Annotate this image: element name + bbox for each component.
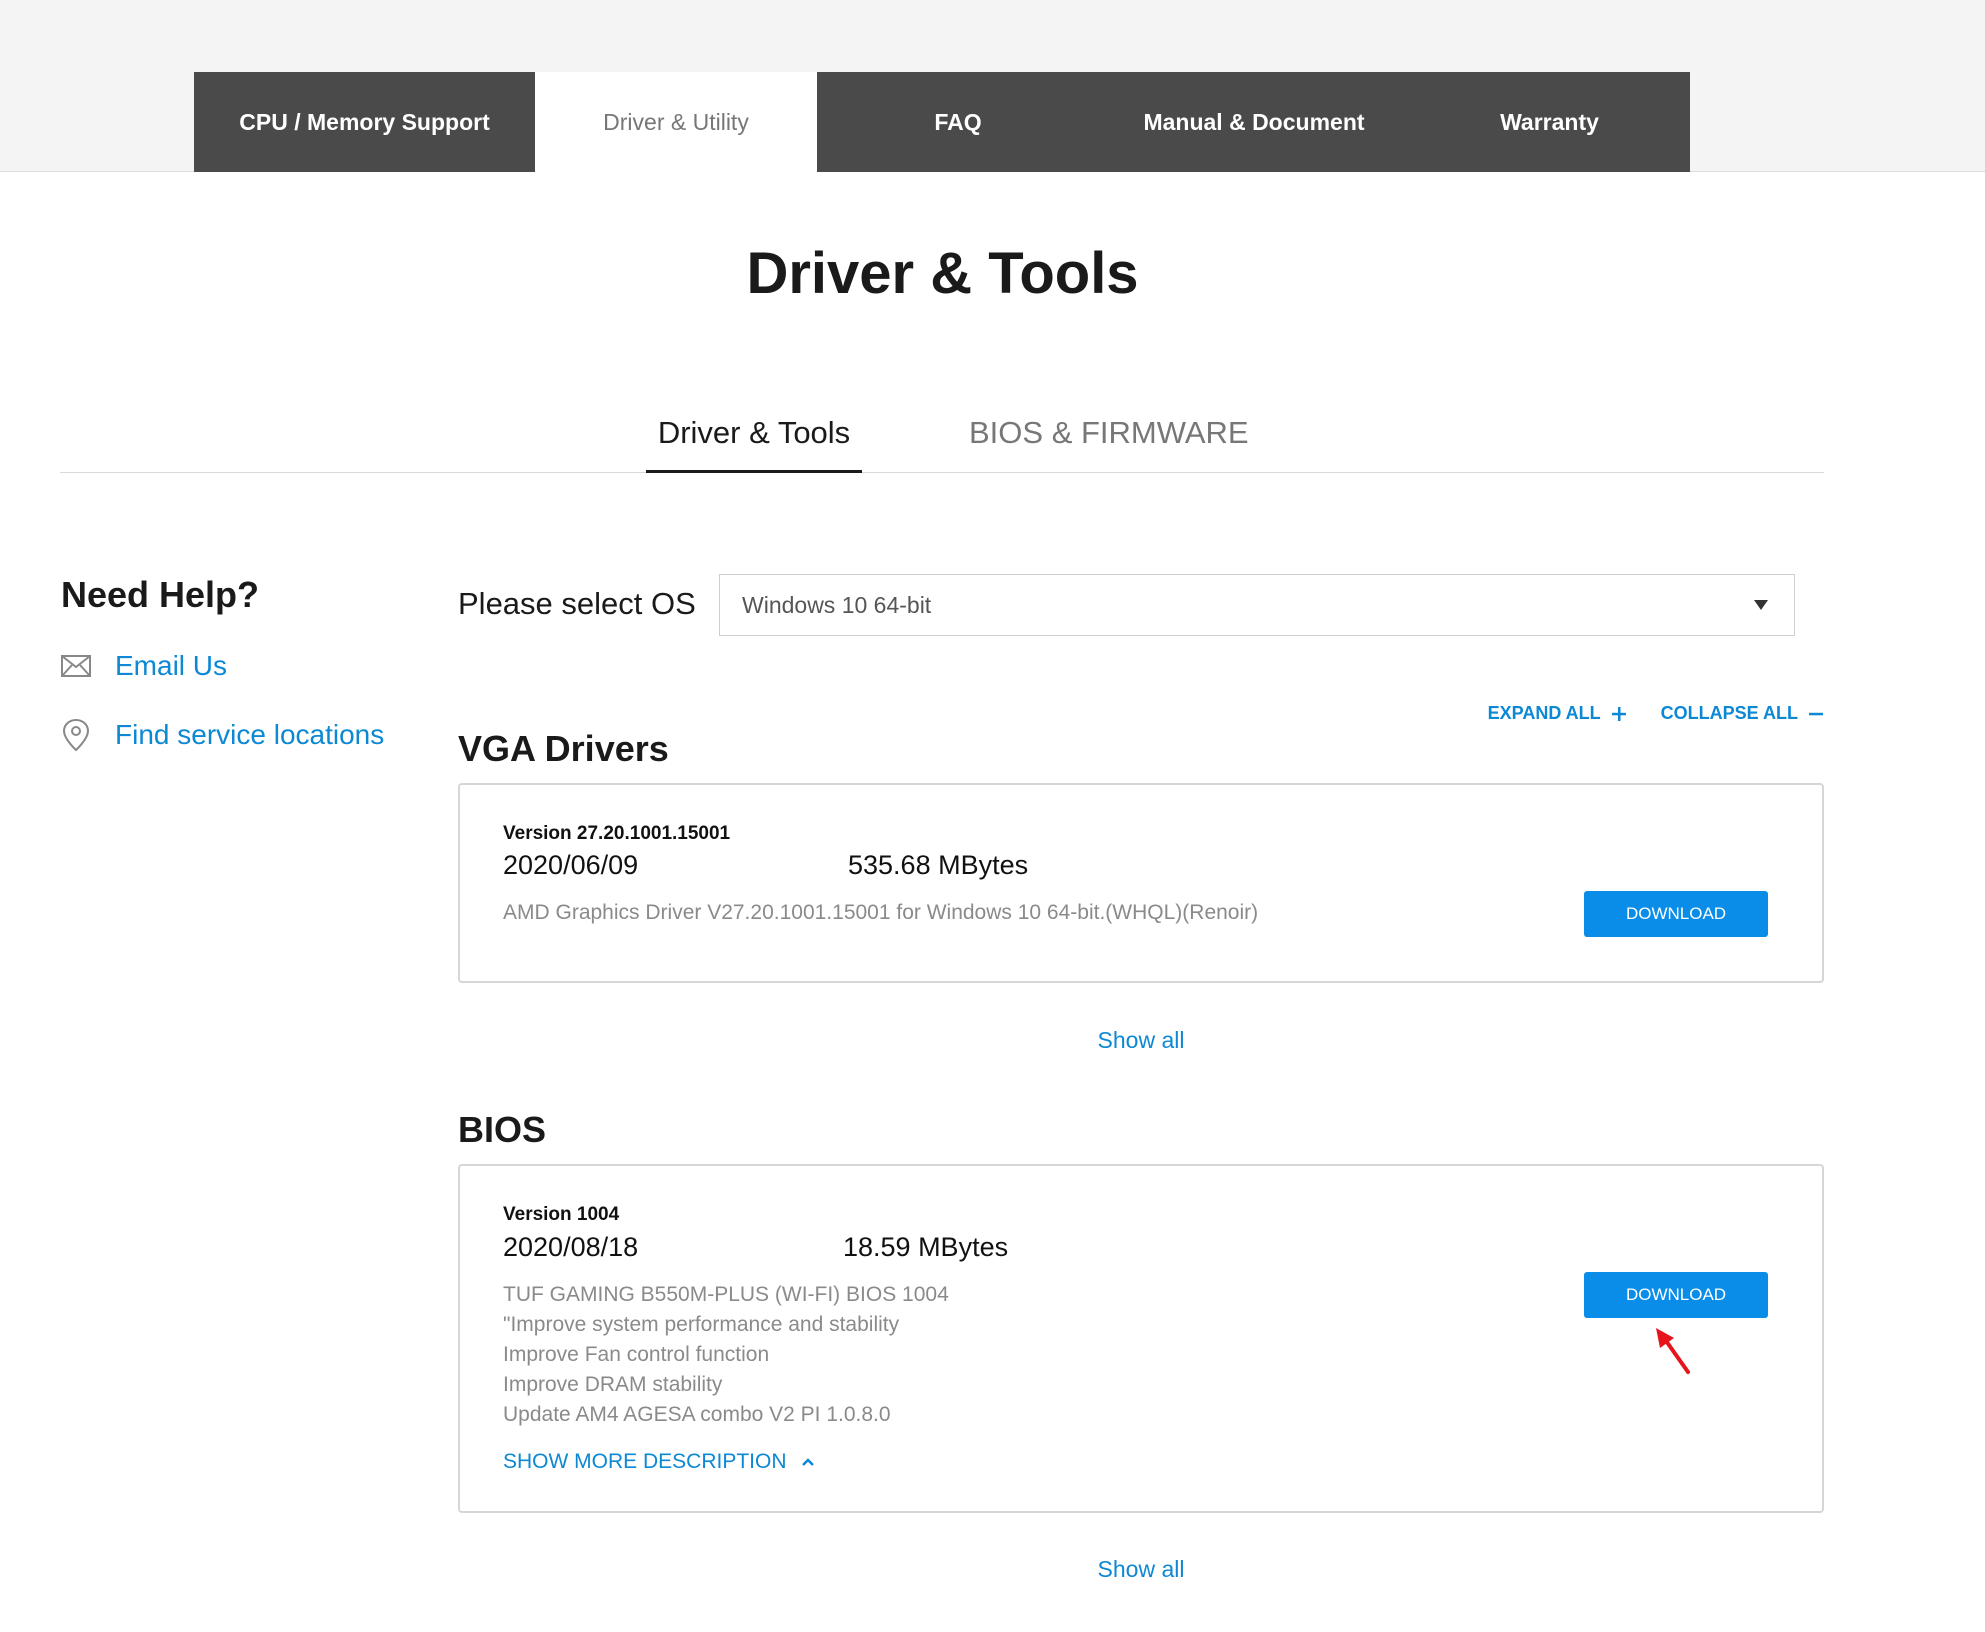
collapse-all-label: COLLAPSE ALL [1660,703,1798,723]
collapse-all-button[interactable]: COLLAPSE ALL [1661,703,1824,724]
vga-show-all-link[interactable]: Show all [458,1027,1824,1054]
help-title: Need Help? [61,574,260,615]
tab-label: Manual & Document [1143,108,1365,135]
tab-label: CPU / Memory Support [239,108,490,135]
page-title: Driver & Tools [746,241,1139,306]
sub-tabs: Driver & Tools BIOS & FIRMWARE [60,415,1824,473]
find-service-locations-link[interactable]: Find service locations [61,718,384,752]
tab-warranty[interactable]: Warranty [1409,72,1690,172]
os-select-value: Windows 10 64-bit [742,591,932,618]
bios-card: Version 1004 2020/08/18 18.59 MBytes TUF… [458,1164,1824,1513]
support-nav: CPU / Memory Support Driver & Utility FA… [194,72,1690,172]
chevron-up-icon [801,1458,814,1466]
expand-collapse-controls: EXPAND ALL COLLAPSE ALL [1488,703,1824,724]
envelope-icon [61,655,91,677]
bios-description-line: "Improve system performance and stabilit… [503,1313,900,1336]
show-more-label: SHOW MORE DESCRIPTION [503,1450,787,1473]
bios-date: 2020/08/18 [503,1232,639,1262]
vga-version: Version 27.20.1001.15001 [503,823,731,844]
expand-all-button[interactable]: EXPAND ALL [1488,703,1627,724]
bios-description-line: TUF GAMING B550M-PLUS (WI-FI) BIOS 1004 [503,1283,949,1306]
tab-faq[interactable]: FAQ [817,72,1099,172]
vga-date: 2020/06/09 [503,850,639,880]
tab-driver-utility[interactable]: Driver & Utility [535,72,817,172]
tab-cpu-memory-support[interactable]: CPU / Memory Support [194,72,535,172]
caret-down-icon [1754,600,1768,610]
plus-icon [1611,706,1626,721]
email-us-link[interactable]: Email Us [61,650,227,682]
os-select-label: Please select OS [458,586,696,621]
bios-show-all-link[interactable]: Show all [458,1556,1824,1583]
vga-description: AMD Graphics Driver V27.20.1001.15001 fo… [503,901,1259,924]
sub-tab-label: BIOS & FIRMWARE [969,415,1249,450]
map-pin-icon [62,718,90,752]
sub-tab-label: Driver & Tools [657,415,851,450]
red-arrow-icon [1656,1328,1690,1374]
email-us-label: Email Us [115,650,228,681]
bios-description-line: Improve Fan control function [503,1343,770,1366]
minus-icon [1809,712,1823,715]
bios-section-title: BIOS [458,1109,547,1150]
bios-description-line: Improve DRAM stability [503,1373,723,1396]
sub-tab-driver-tools[interactable]: Driver & Tools [646,415,862,473]
bios-download-button[interactable]: DOWNLOAD [1584,1272,1768,1318]
vga-section-title: VGA Drivers [458,728,669,769]
sub-tab-bios-firmware[interactable]: BIOS & FIRMWARE [969,415,1249,473]
download-label: DOWNLOAD [1625,1285,1727,1304]
vga-download-button[interactable]: DOWNLOAD [1584,891,1768,937]
tab-label: FAQ [934,108,982,135]
tab-label: Warranty [1500,108,1599,135]
expand-all-label: EXPAND ALL [1487,703,1601,723]
vga-size: 535.68 MBytes [848,850,1029,880]
tab-manual-document[interactable]: Manual & Document [1099,72,1409,172]
bios-size: 18.59 MBytes [843,1232,1009,1262]
vga-driver-card: Version 27.20.1001.15001 2020/06/09 535.… [458,783,1824,983]
os-select[interactable]: Windows 10 64-bit [719,574,1795,636]
bios-version: Version 1004 [503,1204,620,1225]
download-label: DOWNLOAD [1625,904,1727,923]
find-service-locations-label: Find service locations [115,719,385,750]
tab-label: Driver & Utility [603,108,749,135]
bios-description-line: Update AM4 AGESA combo V2 PI 1.0.8.0 [503,1403,891,1426]
show-more-description-button[interactable]: SHOW MORE DESCRIPTION [503,1450,815,1474]
bios-description: TUF GAMING B550M-PLUS (WI-FI) BIOS 1004 … [503,1280,949,1430]
